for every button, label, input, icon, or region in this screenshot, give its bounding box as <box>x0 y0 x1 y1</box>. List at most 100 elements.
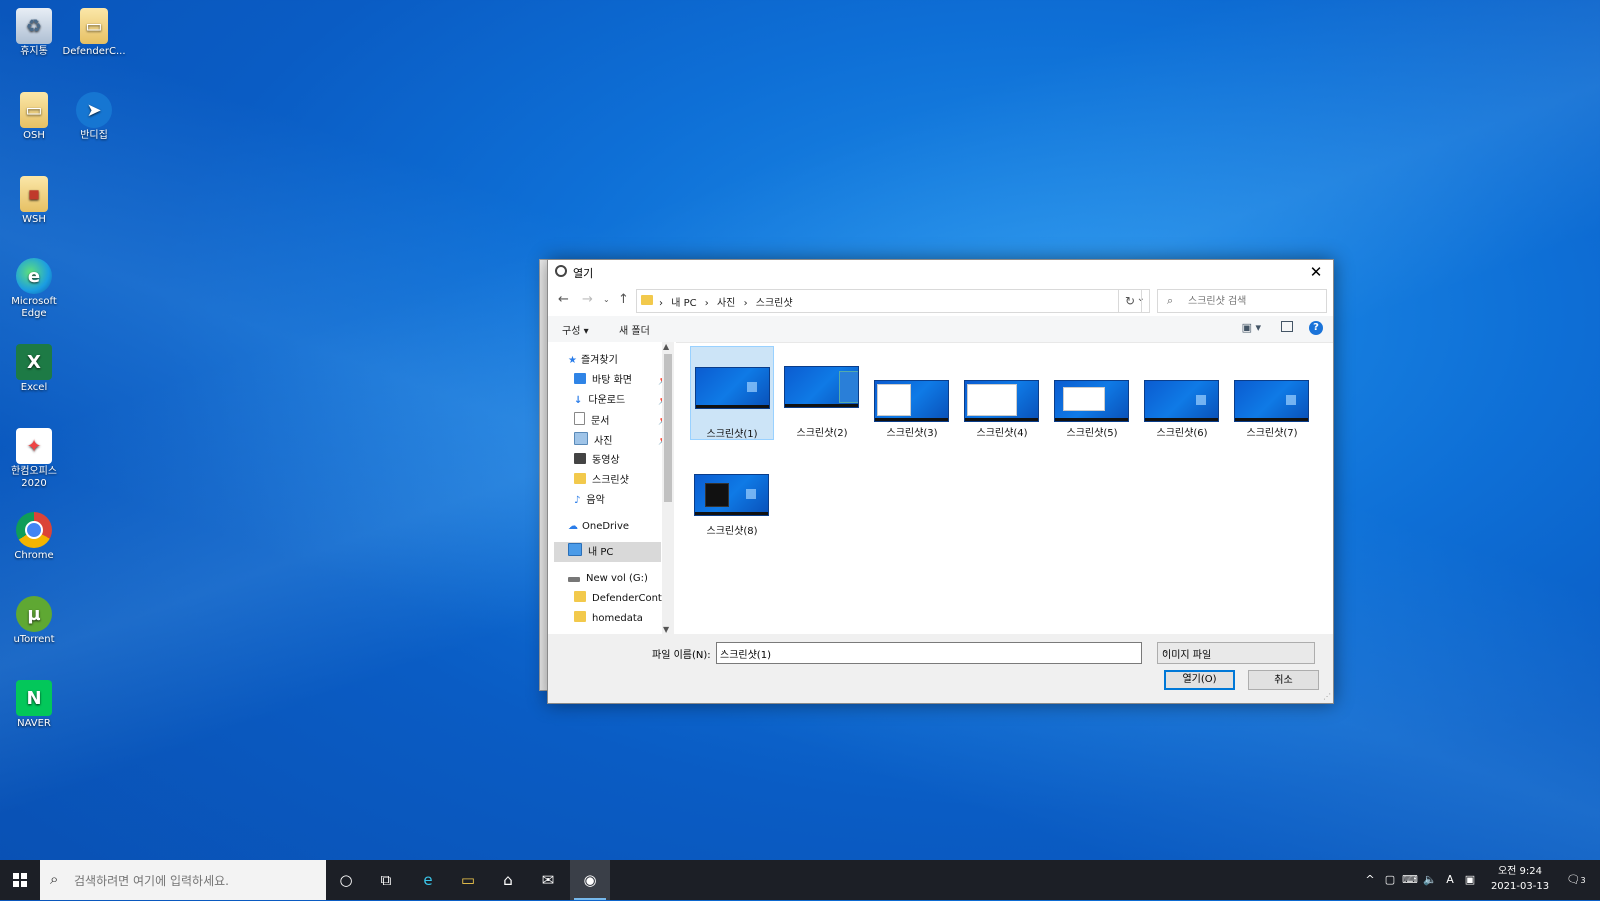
start-button[interactable] <box>0 860 40 900</box>
thumbnail-taskbar <box>785 404 858 407</box>
close-button[interactable]: ✕ <box>1305 262 1327 282</box>
desktop-icon-defender[interactable]: ▭ DefenderC... <box>60 8 128 58</box>
nav-label: 바탕 화면 <box>592 375 632 386</box>
file-list: 스크린샷(1) 스크린샷(2) 스크린샷(3) 스크린샷(4) 스크린샷(5) … <box>690 346 1320 636</box>
preview-pane-icon[interactable] <box>1281 321 1293 332</box>
cancel-button[interactable]: 취소 <box>1248 670 1319 690</box>
help-icon[interactable]: ? <box>1309 321 1323 335</box>
file-item[interactable]: 스크린샷(8) <box>690 444 774 538</box>
nav-quick-access[interactable]: ★ 즐겨찾기 <box>568 352 618 370</box>
scrollbar-thumb[interactable] <box>664 354 672 502</box>
nav-label: 음악 <box>586 495 605 506</box>
new-folder-button[interactable]: 새 폴더 <box>619 322 650 337</box>
desktop-icon-wsh[interactable]: ■ WSH <box>0 176 68 226</box>
network-icon[interactable]: ⌨ <box>1402 860 1418 900</box>
ime-mode[interactable]: A <box>1442 860 1458 900</box>
clock[interactable]: 오전 9:24 2021-03-13 <box>1480 864 1560 894</box>
desktop-icon-hancom[interactable]: ✦ 한컴오피스 2020 <box>0 428 68 490</box>
desktop-icon-edge[interactable]: e Microsoft Edge <box>0 258 68 320</box>
taskbar-search[interactable]: ⌕ <box>40 860 326 900</box>
file-explorer-icon[interactable]: ▭ <box>448 860 488 900</box>
scroll-down-icon[interactable]: ▼ <box>663 625 669 634</box>
cortana-icon[interactable]: ○ <box>326 860 366 900</box>
thumbnail-taskbar <box>1055 418 1128 421</box>
nav-item-pictures[interactable]: 사진📌 <box>574 432 669 450</box>
notification-center-button[interactable]: 🗨3 <box>1562 860 1590 900</box>
chrome-taskbar-icon[interactable]: ◉ <box>570 860 610 900</box>
mail-icon[interactable]: ✉ <box>528 860 568 900</box>
up-arrow-icon[interactable]: ↑ <box>618 292 629 307</box>
desktop-icon-bandizip[interactable]: ➤ 반디집 <box>60 92 128 142</box>
meet-now-icon[interactable]: ▢ <box>1382 860 1398 900</box>
folder-icon <box>574 591 586 602</box>
nav-item-downloads[interactable]: ↓다운로드📌 <box>574 392 669 410</box>
breadcrumb-pictures[interactable]: 사진 <box>717 298 735 309</box>
image-thumbnail <box>1234 380 1309 422</box>
file-item[interactable]: 스크린샷(1) <box>690 346 774 440</box>
breadcrumb-this-pc[interactable]: 내 PC <box>671 298 696 309</box>
file-item[interactable]: 스크린샷(4) <box>960 346 1044 440</box>
change-view-icon[interactable]: ▣ ▾ <box>1242 321 1261 334</box>
task-view-icon[interactable]: ⧉ <box>366 860 406 900</box>
chevron-down-icon[interactable]: ⌄ <box>720 646 1138 656</box>
file-item[interactable]: 스크린샷(7) <box>1230 346 1314 440</box>
thumbnail-taskbar <box>1235 418 1308 421</box>
desktop-icon-label: DefenderC... <box>62 46 126 57</box>
organize-button[interactable]: 구성 ▾ <box>562 322 589 337</box>
forward-arrow-icon[interactable]: → <box>582 292 593 307</box>
nav-folder-defender[interactable]: DefenderContro <box>574 590 672 608</box>
filename-field[interactable]: 스크린샷(1) ⌄ <box>716 642 1142 664</box>
nav-item-desktop[interactable]: 바탕 화면📌 <box>574 372 669 390</box>
show-hidden-icons-icon[interactable]: ^ <box>1362 860 1378 900</box>
file-item[interactable]: 스크린샷(3) <box>870 346 954 440</box>
taskbar-search-input[interactable] <box>72 870 316 892</box>
nav-item-screenshots[interactable]: 스크린샷 <box>574 472 629 490</box>
breadcrumb-screenshots[interactable]: 스크린샷 <box>756 298 793 309</box>
desktop-icon-recycle-bin[interactable]: ♻ 휴지통 <box>0 8 68 58</box>
back-arrow-icon[interactable]: ← <box>558 292 569 307</box>
nav-scrollbar[interactable]: ▲ ▼ <box>662 342 674 634</box>
bandizip-icon: ➤ <box>76 92 112 128</box>
desktop-icon-excel[interactable]: X Excel <box>0 344 68 394</box>
nav-item-videos[interactable]: 동영상 <box>574 452 620 470</box>
nav-label: homedata <box>592 613 643 624</box>
desktop-icon-label: 반디집 <box>80 130 108 141</box>
resize-grip-icon[interactable]: ⋰ <box>1323 692 1331 701</box>
file-name: 스크린샷(1) <box>706 429 758 440</box>
file-item[interactable]: 스크린샷(2) <box>780 346 864 440</box>
address-bar[interactable]: › 내 PC › 사진 › 스크린샷 ⌄ <box>636 289 1150 313</box>
edge-taskbar-icon[interactable]: e <box>408 860 448 900</box>
store-icon[interactable]: ⌂ <box>488 860 528 900</box>
nav-label: 문서 <box>591 416 610 427</box>
recent-locations-chevron-icon[interactable]: ⌄ <box>603 295 610 304</box>
nav-item-music[interactable]: ♪ 음악 <box>574 492 605 510</box>
filetype-select[interactable]: 이미지 파일 ⌄ <box>1157 642 1315 664</box>
keyboard-layout-icon[interactable]: ▣ <box>1462 860 1478 900</box>
thumbnail-window <box>877 384 911 416</box>
open-button[interactable]: 열기(O) <box>1164 670 1235 690</box>
nav-this-pc[interactable]: 내 PC <box>568 543 613 561</box>
file-item[interactable]: 스크린샷(6) <box>1140 346 1224 440</box>
search-input[interactable] <box>1186 292 1320 310</box>
desktop-icon-label: uTorrent <box>13 634 55 645</box>
desktop-icon-chrome[interactable]: Chrome <box>0 512 68 562</box>
folder-icon: ■ <box>20 176 48 212</box>
file-name: 스크린샷(8) <box>706 526 758 537</box>
desktop-icon-naver[interactable]: N NAVER <box>0 680 68 730</box>
nav-onedrive[interactable]: ☁ OneDrive <box>568 518 629 536</box>
refresh-button[interactable]: ↻ <box>1118 289 1142 313</box>
nav-folder-homedata[interactable]: homedata <box>574 610 643 628</box>
desktop-icon-osh[interactable]: ▭ OSH <box>0 92 68 142</box>
recycle-bin-icon: ♻ <box>16 8 52 44</box>
thumbnail-taskbar <box>965 418 1038 421</box>
nav-drive-g[interactable]: New vol (G:) <box>568 570 648 588</box>
file-item[interactable]: 스크린샷(5) <box>1050 346 1134 440</box>
desktop-icon-utorrent[interactable]: µ uTorrent <box>0 596 68 646</box>
search-box[interactable]: ⌕ <box>1157 289 1327 313</box>
dialog-title: 열기 <box>573 267 594 280</box>
image-thumbnail <box>1144 380 1219 422</box>
nav-item-documents[interactable]: 문서📌 <box>574 412 669 430</box>
volume-icon[interactable]: 🔈 <box>1422 860 1438 900</box>
scroll-up-icon[interactable]: ▲ <box>663 342 669 351</box>
nav-label: 내 PC <box>588 547 614 558</box>
